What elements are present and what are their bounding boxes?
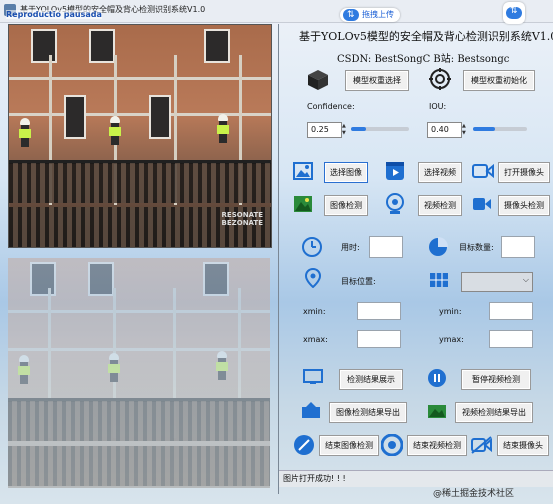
result-image-view [8, 258, 270, 488]
iou-value: 0.40 [431, 125, 449, 134]
image-detect-button[interactable]: 图像检测 [324, 195, 368, 216]
pause-icon [428, 369, 446, 387]
confidence-label: Confidence: [307, 102, 355, 111]
ymax-label: ymax: [439, 335, 464, 344]
confidence-slider-fill [351, 127, 366, 131]
end-camera-button[interactable]: 结束摄像头 [497, 435, 549, 456]
video-camera-icon [473, 198, 491, 210]
confidence-slider[interactable] [351, 127, 409, 131]
overlay-watermark: Reproductio pausada [6, 10, 102, 19]
pie-chart-icon [429, 237, 448, 256]
drag-upload-button-a[interactable]: 拖拽上传 [340, 8, 400, 22]
monitor-icon [303, 369, 323, 384]
app-window: 基于YOLOv5模型的安全帽及背心检测识别系统V1.0 Reproductio … [0, 0, 553, 504]
spin-arrows-icon[interactable]: ▲ ▼ [342, 123, 349, 137]
model-init-button[interactable]: 模型权重初始化 [463, 70, 535, 91]
cube-icon [308, 70, 328, 90]
export-image-icon [302, 402, 320, 418]
ymin-display [489, 302, 533, 320]
stop-video-icon [381, 434, 403, 456]
pause-video-button[interactable]: 暂停视频检测 [461, 369, 531, 390]
author-info: CSDN: BestSongC B站: Bestsongc [337, 54, 510, 65]
grid-icon [430, 273, 448, 287]
scene-sign-text: RESONATE BEZONATE [221, 211, 263, 227]
end-image-detect-button[interactable]: 结束图像检测 [319, 435, 379, 456]
source-image-view: RESONATE BEZONATE [8, 24, 272, 248]
stop-camera-icon [471, 436, 492, 454]
target-count-display [501, 236, 535, 258]
cloud-upload-icon [506, 6, 522, 19]
xmin-label: xmin: [303, 307, 326, 316]
show-results-button[interactable]: 检测结果展示 [339, 369, 403, 390]
end-video-detect-button[interactable]: 结束视频检测 [407, 435, 467, 456]
target-gear-icon [429, 68, 451, 90]
drag-upload-label-a: 拖拽上传 [362, 10, 394, 19]
video-player-icon [386, 162, 404, 180]
clock-icon [302, 237, 322, 257]
camera-detect-button[interactable]: 摄像头检测 [498, 195, 550, 216]
iou-label: IOU: [429, 102, 447, 111]
cloud-upload-icon [343, 8, 359, 22]
confidence-value: 0.25 [311, 125, 329, 134]
confidence-spinbox[interactable]: 0.25 ▲ ▼ [307, 122, 346, 138]
image-detect-icon [294, 196, 312, 212]
export-video-icon [428, 405, 446, 418]
open-camera-button[interactable]: 打开摄像头 [498, 162, 550, 183]
construction-scene-result [8, 258, 270, 488]
spin-arrows-icon[interactable]: ▲ ▼ [462, 123, 469, 137]
iou-slider[interactable] [473, 127, 527, 131]
time-display [369, 236, 403, 258]
xmin-display [357, 302, 401, 320]
select-video-button[interactable]: 选择视频 [418, 162, 462, 183]
target-select-dropdown[interactable] [461, 272, 533, 292]
drag-upload-button-b[interactable] [503, 2, 525, 24]
footer-watermark: @稀土掘金技术社区 [433, 489, 515, 499]
construction-scene: RESONATE BEZONATE [9, 25, 271, 247]
model-select-button[interactable]: 模型权重选择 [345, 70, 409, 91]
export-image-results-button[interactable]: 图像检测结果导出 [329, 402, 407, 423]
video-detect-button[interactable]: 视频检测 [418, 195, 462, 216]
target-count-label: 目标数量: [459, 243, 494, 252]
ymin-label: ymin: [439, 307, 462, 316]
time-label: 用时: [341, 243, 360, 252]
panel-title: 基于YOLOv5模型的安全帽及背心检测识别系统V1.0 [299, 30, 553, 43]
iou-spinbox[interactable]: 0.40 ▲ ▼ [427, 122, 466, 138]
webcam-icon [386, 193, 404, 214]
location-pin-icon [305, 268, 321, 288]
xmax-display [357, 330, 401, 348]
iou-slider-fill [473, 127, 495, 131]
image-icon [293, 162, 313, 180]
stop-image-icon [294, 435, 314, 455]
camera-icon [472, 163, 494, 179]
target-position-label: 目标位置: [341, 277, 376, 286]
status-bar: 图片打开成功! ! ! [279, 470, 553, 487]
ymax-display [489, 330, 533, 348]
xmax-label: xmax: [303, 335, 328, 344]
control-panel: 基于YOLOv5模型的安全帽及背心检测识别系统V1.0 CSDN: BestSo… [279, 24, 553, 504]
title-bar: 基于YOLOv5模型的安全帽及背心检测识别系统V1.0 Reproductio … [0, 0, 553, 23]
export-video-results-button[interactable]: 视频检测结果导出 [455, 402, 533, 423]
select-image-button[interactable]: 选择图像 [324, 162, 368, 183]
